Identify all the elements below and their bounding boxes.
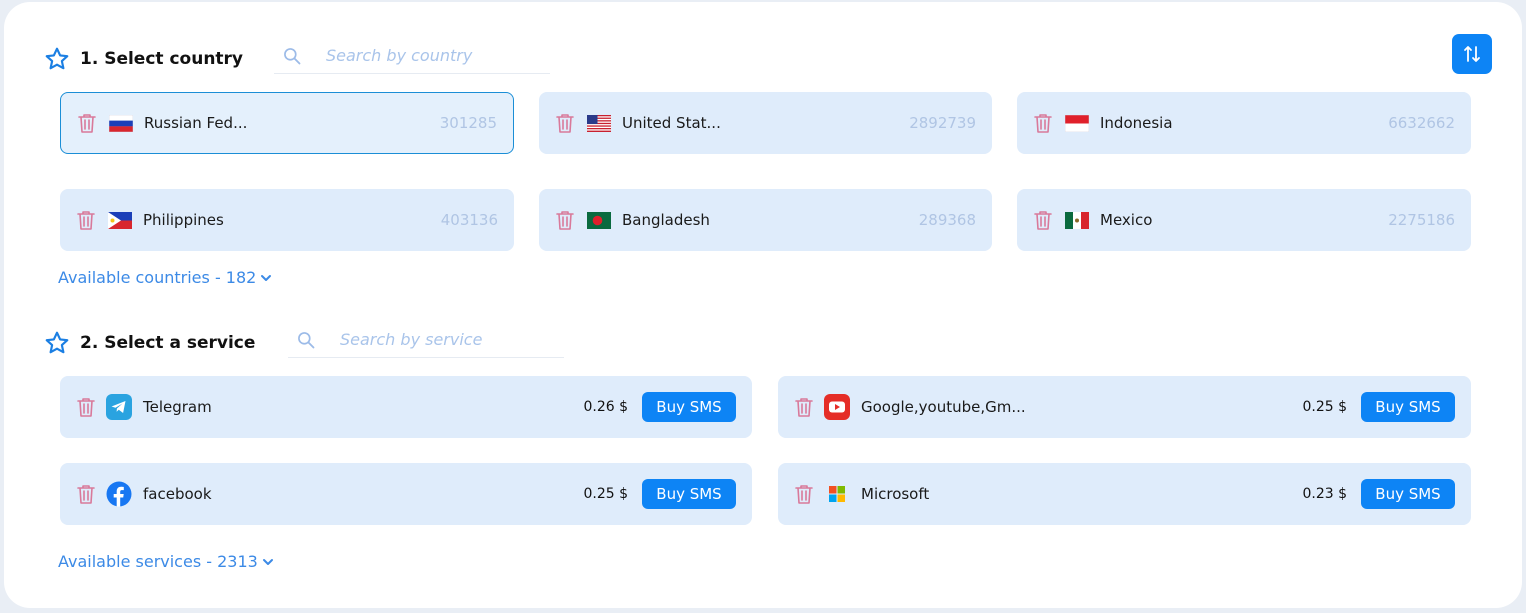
country-count: 2892739: [909, 114, 976, 132]
flag-mexico-icon: [1065, 211, 1089, 229]
trash-icon[interactable]: [1032, 209, 1054, 231]
service-price: 0.26 $: [583, 399, 628, 415]
service-price: 0.25 $: [1302, 399, 1347, 415]
country-name: Russian Fed...: [144, 114, 248, 132]
country-name: United Stat...: [622, 114, 721, 132]
section-title: 1. Select country: [80, 49, 244, 69]
flag-usa-icon: [587, 114, 611, 132]
telegram-icon: [106, 394, 132, 420]
flag-philippines-icon: [108, 211, 132, 229]
country-count: 289368: [918, 211, 976, 229]
main-panel: 1. Select country Russian Fed... 301285 …: [4, 2, 1522, 608]
trash-icon[interactable]: [75, 209, 97, 231]
service-card-google[interactable]: Google,youtube,Gm... 0.25 $ Buy SMS: [778, 376, 1471, 438]
country-name: Philippines: [143, 211, 224, 229]
trash-icon[interactable]: [554, 112, 576, 134]
service-name: facebook: [143, 485, 212, 503]
trash-icon[interactable]: [75, 483, 97, 505]
trash-icon[interactable]: [554, 209, 576, 231]
trash-icon[interactable]: [1032, 112, 1054, 134]
country-search-input[interactable]: [326, 46, 526, 65]
available-services-label: Available services - 2313: [58, 552, 258, 571]
country-count: 2275186: [1388, 211, 1455, 229]
service-price: 0.25 $: [583, 486, 628, 502]
country-name: Indonesia: [1100, 114, 1173, 132]
country-search[interactable]: [274, 38, 550, 74]
chevron-down-icon: [262, 558, 273, 565]
country-count: 301285: [439, 114, 497, 132]
country-name: Mexico: [1100, 211, 1153, 229]
country-card-usa[interactable]: United Stat... 2892739: [539, 92, 992, 154]
favorite-star-icon[interactable]: [44, 330, 70, 356]
service-name: Microsoft: [861, 485, 930, 503]
service-card-telegram[interactable]: Telegram 0.26 $ Buy SMS: [60, 376, 752, 438]
service-search[interactable]: [288, 322, 564, 358]
available-services-toggle[interactable]: Available services - 2313: [58, 552, 274, 571]
flag-indonesia-icon: [1065, 114, 1089, 132]
trash-icon[interactable]: [76, 112, 98, 134]
buy-sms-button[interactable]: Buy SMS: [642, 479, 736, 509]
trash-icon[interactable]: [793, 396, 815, 418]
trash-icon[interactable]: [793, 483, 815, 505]
buy-sms-button[interactable]: Buy SMS: [642, 392, 736, 422]
flag-russia-icon: [109, 114, 133, 132]
service-name: Google,youtube,Gm...: [861, 398, 1026, 416]
flag-bangladesh-icon: [587, 211, 611, 229]
section-country-header: 1. Select country: [44, 46, 243, 72]
country-count: 6632662: [1388, 114, 1455, 132]
country-card-bangladesh[interactable]: Bangladesh 289368: [539, 189, 992, 251]
service-price: 0.23 $: [1302, 486, 1347, 502]
section-title: 2. Select a service: [80, 333, 256, 353]
search-icon: [298, 331, 315, 348]
available-countries-toggle[interactable]: Available countries - 182: [58, 268, 272, 287]
service-card-facebook[interactable]: facebook 0.25 $ Buy SMS: [60, 463, 752, 525]
buy-sms-button[interactable]: Buy SMS: [1361, 392, 1455, 422]
country-name: Bangladesh: [622, 211, 710, 229]
sort-button[interactable]: [1452, 34, 1492, 74]
country-card-indonesia[interactable]: Indonesia 6632662: [1017, 92, 1471, 154]
chevron-down-icon: [261, 274, 272, 281]
facebook-icon: [106, 481, 132, 507]
buy-sms-button[interactable]: Buy SMS: [1361, 479, 1455, 509]
favorite-star-icon[interactable]: [44, 46, 70, 72]
service-name: Telegram: [143, 398, 212, 416]
youtube-icon: [824, 394, 850, 420]
available-countries-label: Available countries - 182: [58, 268, 257, 287]
country-card-russia[interactable]: Russian Fed... 301285: [60, 92, 514, 154]
service-search-input[interactable]: [340, 330, 540, 349]
section-service-header: 2. Select a service: [44, 330, 255, 356]
country-card-philippines[interactable]: Philippines 403136: [60, 189, 514, 251]
service-card-microsoft[interactable]: Microsoft 0.23 $ Buy SMS: [778, 463, 1471, 525]
microsoft-icon: [829, 486, 845, 502]
trash-icon[interactable]: [75, 396, 97, 418]
country-count: 403136: [440, 211, 498, 229]
search-icon: [284, 47, 301, 64]
sort-arrows-icon: [1464, 46, 1480, 62]
country-card-mexico[interactable]: Mexico 2275186: [1017, 189, 1471, 251]
